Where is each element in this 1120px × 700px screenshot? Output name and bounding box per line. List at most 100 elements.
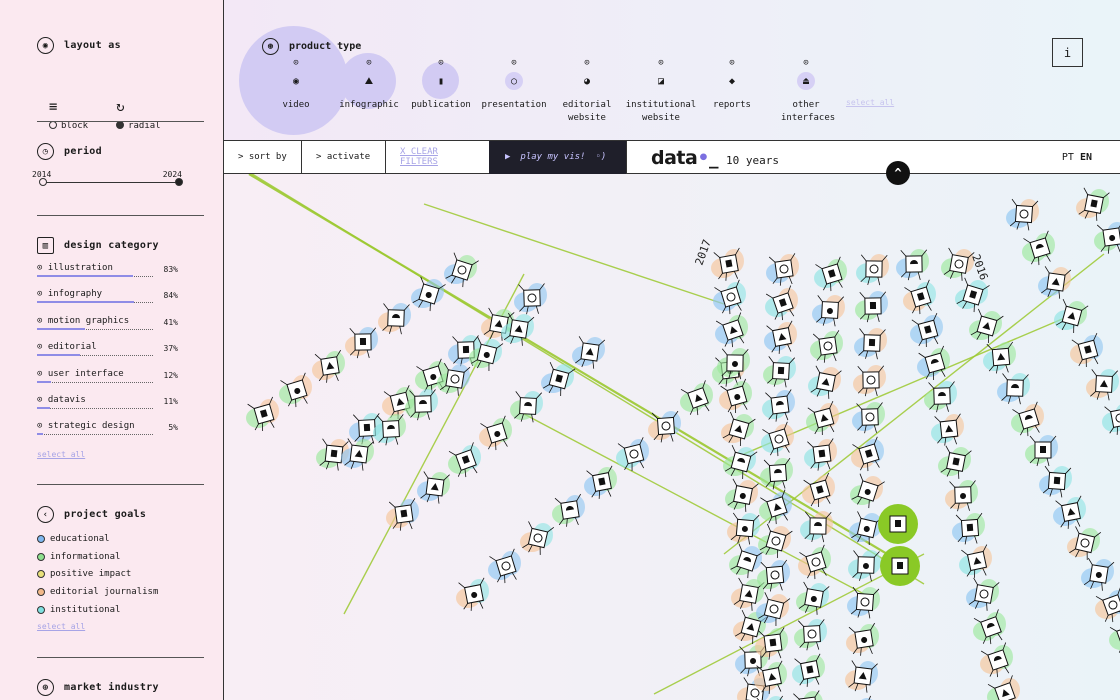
project-node[interactable] (796, 581, 830, 616)
goal-item[interactable]: educational (37, 530, 204, 548)
project-node[interactable] (1109, 618, 1120, 655)
project-node[interactable] (802, 472, 837, 509)
project-node[interactable] (520, 521, 555, 556)
product-type-presentation[interactable]: ⊙ ○ presentation (478, 58, 550, 112)
goal-item[interactable]: positive impact (37, 566, 204, 584)
goal-item[interactable]: institutional (37, 601, 204, 619)
goal-item[interactable]: editorial journalism (37, 583, 204, 601)
project-node[interactable] (1086, 369, 1119, 401)
goals-select-all[interactable]: select all (37, 622, 204, 631)
product-type-editorial-website[interactable]: ⊙ ◕ editorial website (558, 58, 616, 125)
project-node[interactable] (1022, 230, 1057, 267)
project-node[interactable] (727, 512, 760, 545)
project-node[interactable] (246, 396, 281, 433)
lang-pt[interactable]: PT (1062, 152, 1074, 163)
project-node[interactable] (1067, 526, 1102, 561)
category-item[interactable]: illustration 83% (37, 263, 204, 289)
project-node[interactable] (804, 438, 837, 472)
project-node[interactable] (761, 421, 796, 458)
project-node[interactable] (1094, 221, 1120, 254)
project-node[interactable] (903, 279, 938, 316)
period-start-handle[interactable] (39, 178, 47, 186)
project-node[interactable] (378, 303, 411, 335)
project-node[interactable] (765, 285, 801, 323)
project-node[interactable] (917, 345, 952, 382)
period-slider-track[interactable] (42, 182, 179, 183)
category-item[interactable]: infography 84% (37, 289, 204, 315)
project-node[interactable] (1053, 495, 1087, 530)
project-node[interactable] (792, 653, 826, 688)
project-node[interactable] (966, 577, 1000, 612)
project-node[interactable] (584, 465, 618, 500)
project-node[interactable] (848, 550, 881, 582)
project-node[interactable] (945, 480, 978, 512)
radial-visualization[interactable]: 2017 2016 (224, 174, 1120, 700)
category-item[interactable]: motion graphics 41% (37, 316, 204, 342)
project-node[interactable] (844, 695, 879, 700)
period-end-handle[interactable] (175, 178, 183, 186)
project-node[interactable] (854, 328, 887, 360)
project-node[interactable] (510, 391, 543, 423)
project-node[interactable] (1039, 465, 1072, 498)
project-node[interactable] (980, 642, 1016, 680)
project-node[interactable] (938, 445, 972, 480)
project-node[interactable] (1076, 187, 1110, 222)
project-node[interactable] (1095, 587, 1120, 624)
project-node[interactable] (1070, 332, 1105, 369)
project-node[interactable] (758, 523, 793, 560)
scroll-up-button[interactable]: ^ (886, 161, 910, 185)
project-node[interactable] (1054, 298, 1089, 335)
project-node[interactable] (711, 247, 745, 282)
project-node[interactable] (1102, 401, 1120, 436)
project-node[interactable] (456, 577, 490, 612)
project-node[interactable] (764, 320, 798, 355)
project-node[interactable] (798, 544, 833, 581)
lang-en[interactable]: EN (1080, 152, 1092, 163)
project-node[interactable] (1025, 435, 1058, 467)
project-node[interactable] (845, 660, 878, 694)
project-node[interactable] (680, 380, 716, 417)
project-node[interactable] (955, 277, 990, 314)
layout-option-radial[interactable]: ↻ radial (116, 99, 161, 131)
project-node[interactable] (814, 256, 849, 293)
project-node[interactable] (924, 381, 957, 413)
project-node[interactable] (941, 247, 975, 282)
project-node[interactable] (717, 348, 750, 380)
project-node[interactable] (896, 249, 929, 281)
project-node[interactable] (794, 619, 827, 651)
project-node[interactable] (444, 252, 479, 290)
project-node[interactable] (723, 444, 758, 481)
project-node[interactable] (987, 675, 1023, 700)
info-button[interactable]: i (1052, 38, 1083, 67)
project-node[interactable] (1081, 557, 1115, 592)
project-node[interactable] (762, 389, 795, 423)
play-my-vis-button[interactable]: ▶ play my vis! ◦) (489, 140, 627, 174)
project-node[interactable] (1011, 401, 1046, 438)
activate-button[interactable]: > activate (302, 140, 386, 174)
project-node[interactable] (721, 411, 756, 448)
project-node[interactable] (846, 622, 879, 657)
product-type-other-interfaces[interactable]: ⊙ ⏏ other interfaces (776, 58, 836, 125)
project-node[interactable] (448, 442, 484, 479)
product-type-select-all[interactable]: select all (846, 98, 894, 107)
project-node[interactable] (853, 365, 886, 397)
sort-by-button[interactable]: > sort by (224, 140, 302, 174)
project-node[interactable] (856, 254, 889, 286)
project-node[interactable] (983, 341, 1016, 374)
project-node[interactable] (541, 361, 576, 398)
project-node[interactable] (810, 330, 843, 363)
product-type-infographic[interactable]: ⊙ ⛰ infographic (334, 58, 404, 112)
highlighted-node[interactable] (880, 546, 920, 586)
product-type-video[interactable]: ⊙ ◉ video (276, 58, 316, 112)
project-node[interactable] (959, 544, 993, 580)
project-node[interactable] (488, 548, 523, 585)
project-node[interactable] (514, 283, 547, 315)
project-node[interactable] (969, 308, 1004, 345)
project-node[interactable] (279, 372, 314, 409)
project-node[interactable] (345, 327, 378, 359)
project-node[interactable] (572, 336, 606, 369)
project-node[interactable] (812, 295, 845, 327)
project-node[interactable] (808, 365, 842, 400)
project-node[interactable] (725, 478, 759, 513)
project-node[interactable] (616, 437, 650, 472)
